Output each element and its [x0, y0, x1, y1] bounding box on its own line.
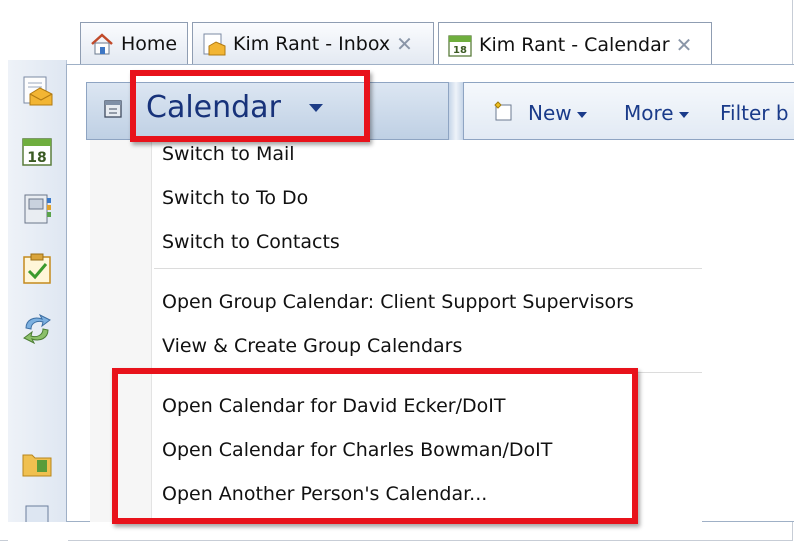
new-button[interactable]: New: [528, 100, 587, 126]
tab-label: Home: [121, 32, 178, 55]
filter-button[interactable]: Filter b: [720, 100, 789, 126]
contacts-icon[interactable]: [20, 192, 54, 226]
menu-item-switch-to-contacts[interactable]: Switch to Contacts: [162, 228, 340, 256]
menu-item-switch-to-todo[interactable]: Switch to To Do: [162, 184, 308, 212]
more-button[interactable]: More: [624, 100, 689, 126]
calendar-icon: 18: [448, 34, 472, 57]
calendar-18-icon[interactable]: 18: [20, 134, 54, 168]
tab-label: Kim Rant - Inbox: [233, 32, 391, 55]
tab-strip: Home Kim Rant - Inbox ✕ 18 Kim Rant - Ca…: [80, 22, 794, 66]
new-item-icon[interactable]: [492, 100, 516, 122]
tab-calendar[interactable]: 18 Kim Rant - Calendar ✕: [438, 22, 712, 66]
new-label: New: [528, 101, 572, 125]
calendar-small-icon: [104, 100, 122, 118]
pane-splitter[interactable]: [448, 82, 464, 140]
left-bar-bottom: [8, 522, 68, 542]
tab-inbox[interactable]: Kim Rant - Inbox ✕: [192, 22, 434, 64]
menu-item-switch-to-mail[interactable]: Switch to Mail: [162, 140, 295, 168]
more-label: More: [624, 101, 674, 125]
chevron-down-icon: [678, 111, 689, 118]
mail-icon[interactable]: [20, 74, 54, 108]
menu-item-open-group-calendar[interactable]: Open Group Calendar: Client Support Supe…: [162, 288, 634, 316]
tab-home[interactable]: Home: [80, 22, 188, 64]
folder-icon[interactable]: [20, 446, 54, 480]
inbox-icon: [203, 33, 226, 55]
left-nav-bar: 18: [8, 60, 67, 533]
menu-item-view-create-group-calendars[interactable]: View & Create Group Calendars: [162, 332, 462, 360]
highlight-box-open-calendar-items: [112, 368, 638, 524]
tasks-icon[interactable]: [20, 252, 54, 286]
sync-icon[interactable]: [20, 312, 54, 346]
tab-close-icon[interactable]: ✕: [676, 33, 693, 57]
highlight-box-calendar-menu: [130, 70, 370, 142]
tab-close-icon[interactable]: ✕: [396, 32, 413, 56]
chevron-down-icon: [576, 111, 587, 118]
tab-label: Kim Rant - Calendar: [479, 33, 670, 56]
calendar-icon-day: 18: [453, 45, 467, 56]
menu-separator: [154, 268, 702, 269]
home-icon: [91, 32, 113, 54]
calendar-icon-day: 18: [27, 150, 46, 166]
